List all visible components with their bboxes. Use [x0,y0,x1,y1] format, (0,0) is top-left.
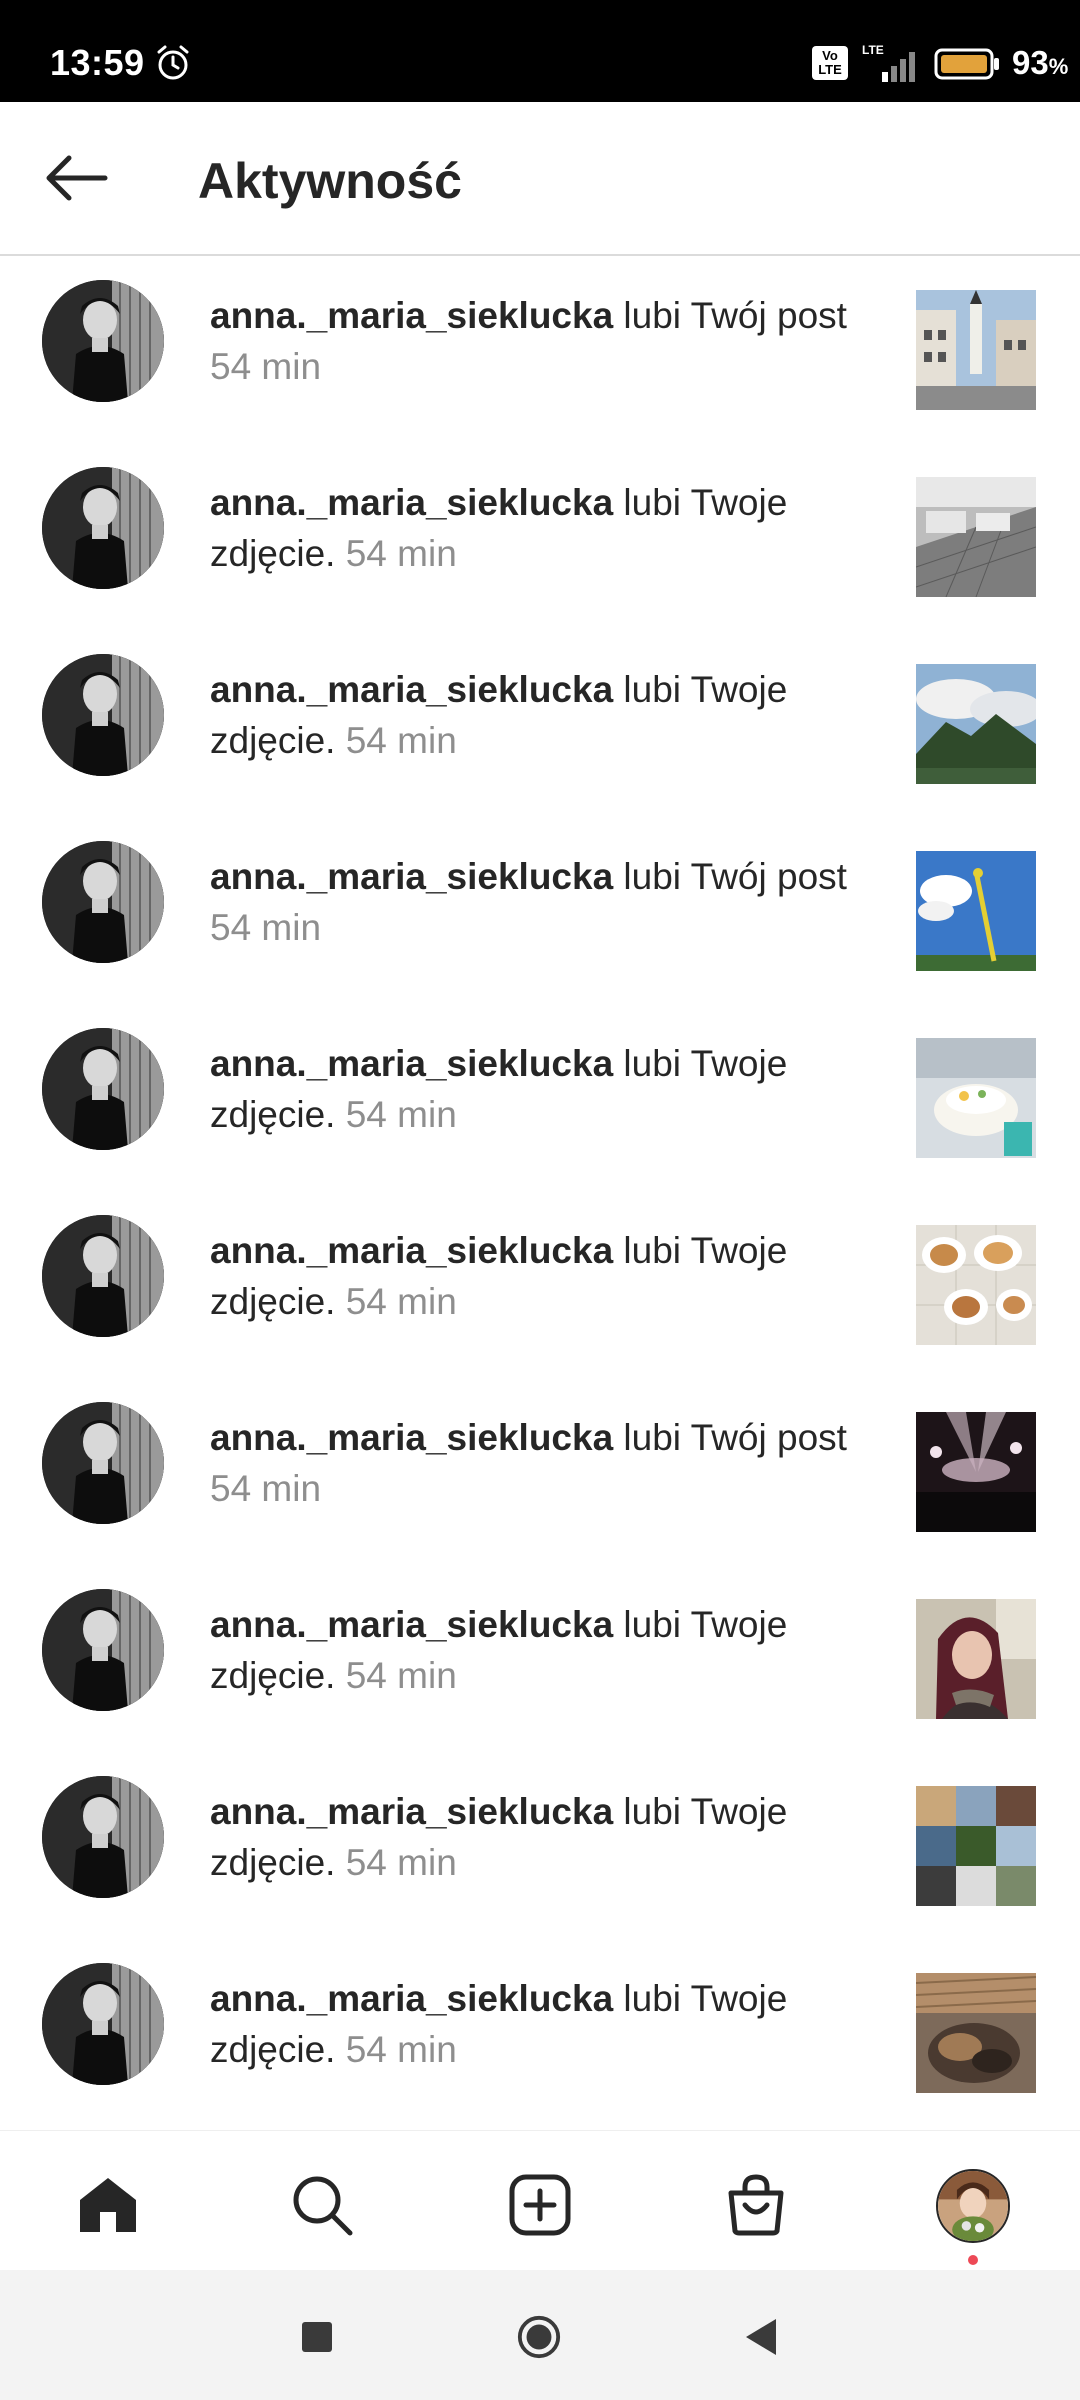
nav-home[interactable] [72,2169,144,2241]
notification-dot [968,2255,978,2265]
battery-icon [934,48,999,80]
search-icon [293,2176,353,2236]
activity-username[interactable]: anna._maria_sieklucka [210,482,613,523]
system-nav [0,2270,1080,2400]
volte-icon: Vo LTE [812,46,848,80]
activity-username[interactable]: anna._maria_sieklucka [210,295,613,336]
activity-action: lubi Twój post [613,1417,847,1458]
activity-username[interactable]: anna._maria_sieklucka [210,669,613,710]
activity-item[interactable]: anna._maria_sieklucka lubi Twoje zdjęcie… [0,1941,1080,2128]
activity-username[interactable]: anna._maria_sieklucka [210,1604,613,1645]
activity-username[interactable]: anna._maria_sieklucka [210,1230,613,1271]
user-avatar[interactable] [42,841,164,963]
activity-time: 54 min [345,1281,457,1322]
activity-text: anna._maria_sieklucka lubi Twoje zdjęcie… [210,1786,890,1888]
activity-time: 54 min [210,346,322,387]
activity-text: anna._maria_sieklucka lubi Twój post 54 m… [210,290,890,392]
activity-text: anna._maria_sieklucka lubi Twoje zdjęcie… [210,1038,890,1140]
nav-shop[interactable] [720,2169,792,2241]
activity-time: 54 min [345,1655,457,1696]
nav-new-post[interactable] [504,2169,576,2241]
recents-button[interactable] [294,2314,340,2360]
activity-text: anna._maria_sieklucka lubi Twoje zdjęcie… [210,1599,890,1701]
activity-text: anna._maria_sieklucka lubi Twoje zdjęcie… [210,1973,890,2075]
activity-time: 54 min [345,720,457,761]
activity-item[interactable]: anna._maria_sieklucka lubi Twój post 54 m… [0,819,1080,1006]
post-thumbnail[interactable] [916,1038,1036,1158]
post-thumbnail[interactable] [916,290,1036,410]
post-thumbnail[interactable] [916,664,1036,784]
activity-text: anna._maria_sieklucka lubi Twoje zdjęcie… [210,1225,890,1327]
activity-text: anna._maria_sieklucka lubi Twój post 54 m… [210,851,890,953]
user-avatar[interactable] [42,1402,164,1524]
page-title: Aktywność [198,153,462,209]
network-type-label: LTE [862,43,884,57]
user-avatar[interactable] [42,1963,164,2085]
home-button[interactable] [516,2314,562,2360]
signal-icon: LTE [862,43,915,82]
activity-time: 54 min [345,1842,457,1883]
user-avatar[interactable] [42,1589,164,1711]
post-thumbnail[interactable] [916,1786,1036,1906]
post-thumbnail[interactable] [916,1973,1036,2093]
nav-search[interactable] [286,2169,358,2241]
activity-item[interactable]: anna._maria_sieklucka lubi Twoje zdjęcie… [0,1567,1080,1754]
activity-action: lubi Twój post [613,856,847,897]
status-bar: 13:59 Vo LTE LTE 93% [0,0,1080,102]
post-thumbnail[interactable] [916,477,1036,597]
activity-time: 54 min [345,533,457,574]
profile-avatar[interactable] [936,2169,1010,2243]
user-avatar[interactable] [42,1028,164,1150]
alarm-icon [157,45,189,80]
activity-time: 54 min [345,2029,457,2070]
battery-percentage: 93% [1012,44,1069,81]
user-avatar[interactable] [42,1215,164,1337]
new-post-icon [509,2174,571,2236]
activity-text: anna._maria_sieklucka lubi Twoje zdjęcie… [210,664,890,766]
activity-username[interactable]: anna._maria_sieklucka [210,1043,613,1084]
activity-username[interactable]: anna._maria_sieklucka [210,1417,613,1458]
activity-item[interactable]: anna._maria_sieklucka lubi Twój post 54 m… [0,1380,1080,1567]
square-icon [302,2322,332,2352]
post-thumbnail[interactable] [916,1225,1036,1345]
activity-item[interactable]: anna._maria_sieklucka lubi Twoje zdjęcie… [0,632,1080,819]
activity-list: anna._maria_sieklucka lubi Twój post 54 m… [0,258,1080,2128]
user-avatar[interactable] [42,1776,164,1898]
activity-action: lubi Twój post [613,295,847,336]
activity-item[interactable]: anna._maria_sieklucka lubi Twoje zdjęcie… [0,1754,1080,1941]
activity-text: anna._maria_sieklucka lubi Twoje zdjęcie… [210,477,890,579]
post-thumbnail[interactable] [916,851,1036,971]
shop-icon [728,2174,784,2236]
user-avatar[interactable] [42,654,164,776]
activity-time: 54 min [345,1094,457,1135]
header: Aktywność [0,102,1080,256]
back-nav-button[interactable] [738,2314,784,2360]
activity-item[interactable]: anna._maria_sieklucka lubi Twój post 54 m… [0,258,1080,445]
activity-username[interactable]: anna._maria_sieklucka [210,856,613,897]
activity-text: anna._maria_sieklucka lubi Twój post 54 m… [210,1412,890,1514]
activity-time: 54 min [210,1468,322,1509]
activity-item[interactable]: anna._maria_sieklucka lubi Twoje zdjęcie… [0,445,1080,632]
post-thumbnail[interactable] [916,1412,1036,1532]
activity-item[interactable]: anna._maria_sieklucka lubi Twoje zdjęcie… [0,1006,1080,1193]
user-avatar[interactable] [42,280,164,402]
activity-username[interactable]: anna._maria_sieklucka [210,1978,613,2019]
bottom-nav [0,2130,1080,2270]
back-button[interactable] [40,148,112,208]
activity-item[interactable]: anna._maria_sieklucka lubi Twoje zdjęcie… [0,1193,1080,1380]
triangle-back-icon [746,2319,776,2355]
home-icon [80,2178,136,2232]
status-time: 13:59 [50,42,145,83]
user-avatar[interactable] [42,467,164,589]
arrow-left-icon [46,155,108,201]
circle-icon [517,2315,561,2359]
post-thumbnail[interactable] [916,1599,1036,1719]
activity-username[interactable]: anna._maria_sieklucka [210,1791,613,1832]
activity-time: 54 min [210,907,322,948]
